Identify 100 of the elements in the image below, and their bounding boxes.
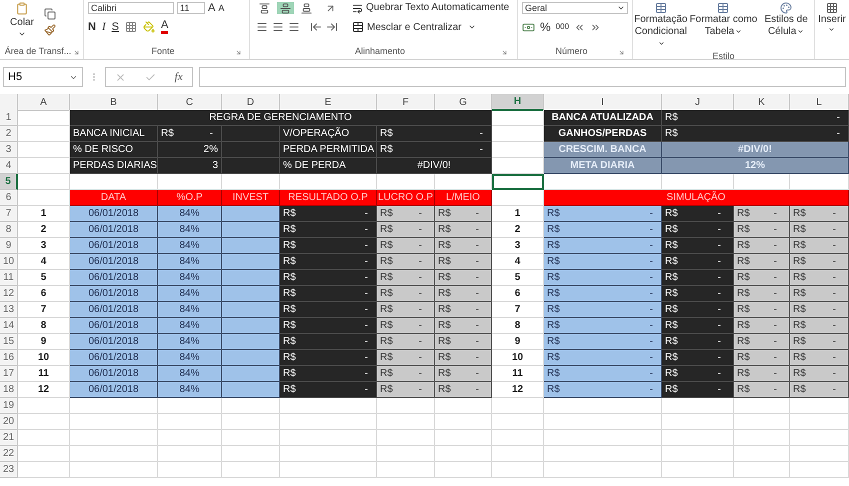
row-header[interactable]: 10	[0, 254, 18, 270]
table-cell: REGRA DE GERENCIAMENTO	[70, 110, 492, 126]
column-header[interactable]: H	[492, 94, 544, 111]
vertical-align-button[interactable]	[277, 2, 294, 14]
table-cell: 12	[492, 382, 544, 398]
table-cell: 4	[492, 254, 544, 270]
merge-center-button[interactable]: Mesclar e Centralizar	[352, 20, 476, 34]
row-header[interactable]: 1	[0, 110, 18, 126]
row-header[interactable]: 20	[0, 414, 18, 430]
font-name-field[interactable]: Calibri	[88, 2, 174, 14]
copy-icon[interactable]	[44, 8, 56, 20]
borders-icon[interactable]	[124, 21, 137, 33]
empty-cell	[377, 414, 435, 430]
table-cell: PERDA PERMITIDA	[280, 142, 377, 158]
currency-symbol: R$	[547, 351, 560, 365]
row-header[interactable]: 23	[0, 462, 18, 478]
currency-symbol: R$	[737, 255, 750, 269]
row-header[interactable]: 13	[0, 302, 18, 318]
insert-function-button[interactable]: fx	[174, 68, 183, 86]
row-header[interactable]: 9	[0, 238, 18, 254]
row-header[interactable]: 18	[0, 382, 18, 398]
shrink-font-button[interactable]: A	[218, 4, 224, 12]
wrap-text-button[interactable]: Quebrar Texto Automaticamente	[352, 2, 510, 14]
lines-icon[interactable]	[256, 21, 268, 33]
bold-button[interactable]: N	[88, 18, 96, 36]
row-header[interactable]: 21	[0, 430, 18, 446]
cell-value: -	[476, 207, 479, 221]
dialog-launcher-icon[interactable]	[72, 48, 80, 56]
dialog-launcher-icon[interactable]	[500, 48, 508, 56]
currency-symbol: R$	[438, 207, 451, 221]
style-button[interactable]: Estilos de Célula	[759, 2, 814, 38]
caret-icon	[658, 40, 665, 47]
cell-value: -	[210, 127, 213, 141]
currency-symbol: R$	[665, 383, 678, 397]
formula-input-field[interactable]	[199, 67, 846, 87]
lines-icon[interactable]	[288, 21, 300, 33]
table-cell	[222, 350, 280, 366]
dialog-launcher-icon[interactable]	[234, 48, 242, 56]
row-header[interactable]: 22	[0, 446, 18, 462]
banknote-icon[interactable]	[522, 20, 535, 34]
row-header[interactable]: 11	[0, 270, 18, 286]
table-cell: V/OPERAÇÃO	[280, 126, 377, 142]
paintbrush-icon[interactable]	[44, 24, 56, 36]
cell-value: -	[650, 351, 653, 365]
column-header[interactable]: A	[18, 94, 70, 111]
table-cell: 06/01/2018	[70, 334, 158, 350]
name-box[interactable]: H5	[3, 67, 83, 87]
caret-icon	[617, 4, 625, 12]
currency-symbol: R$	[665, 303, 678, 317]
table-cell	[222, 366, 280, 382]
cell-value: -	[774, 351, 777, 365]
empty-cell	[492, 414, 544, 430]
row-header[interactable]: 12	[0, 286, 18, 302]
font-size-field[interactable]: 11	[177, 2, 205, 14]
number-format-field[interactable]: Geral	[522, 2, 628, 14]
diagonal-arrow-icon[interactable]	[325, 2, 336, 14]
row-header[interactable]: 14	[0, 318, 18, 334]
wrap-text-icon	[352, 2, 363, 14]
grow-font-button[interactable]: A	[208, 2, 216, 14]
row-header[interactable]: 15	[0, 334, 18, 350]
table-cell: % DE PERDA	[280, 158, 377, 174]
check-icon[interactable]	[145, 72, 156, 82]
style-button[interactable]: Formatar como Tabela	[689, 2, 758, 38]
empty-cell	[158, 462, 222, 478]
empty-cell	[377, 430, 435, 446]
cell-value: -	[718, 239, 721, 253]
style-button[interactable]: Formatação Condicional	[634, 2, 688, 50]
selected-cell[interactable]	[492, 174, 544, 190]
row-header[interactable]: 17	[0, 366, 18, 382]
double-chevron-right-icon[interactable]	[590, 22, 602, 32]
table-cell	[222, 222, 280, 238]
currency-symbol: R$	[665, 367, 678, 381]
double-chevron-left-icon[interactable]	[574, 22, 586, 32]
row-header[interactable]: 7	[0, 206, 18, 222]
row-header[interactable]: 19	[0, 398, 18, 414]
row-header[interactable]: 3	[0, 142, 18, 158]
row-header[interactable]: 8	[0, 222, 18, 238]
underline-button[interactable]: S	[112, 18, 119, 36]
row-header[interactable]: 4	[0, 158, 18, 174]
currency-symbol: R$	[665, 239, 678, 253]
row-header[interactable]: 5	[0, 174, 18, 190]
paste-button[interactable]: Colar	[4, 2, 40, 38]
insert-button[interactable]: Inserir	[818, 2, 846, 33]
increase-indent-icon[interactable]	[326, 21, 338, 33]
row-header[interactable]: 2	[0, 126, 18, 142]
italic-button[interactable]: I	[102, 18, 106, 36]
row-header[interactable]: 16	[0, 350, 18, 366]
empty-cell	[790, 430, 849, 446]
currency-symbol: R$	[665, 127, 678, 141]
cell-value: -	[832, 319, 836, 333]
empty-cell	[790, 462, 849, 478]
lines-icon[interactable]	[272, 21, 284, 33]
currency-symbol: R$	[380, 223, 393, 237]
decrease-indent-icon[interactable]	[310, 21, 322, 33]
dialog-launcher-icon[interactable]	[618, 48, 625, 56]
currency-symbol: R$	[793, 303, 806, 317]
thousands-button[interactable]: 000	[556, 21, 570, 33]
percent-button[interactable]: %	[540, 18, 551, 36]
row-header[interactable]: 6	[0, 190, 18, 206]
font-color-button[interactable]: A	[160, 20, 168, 34]
